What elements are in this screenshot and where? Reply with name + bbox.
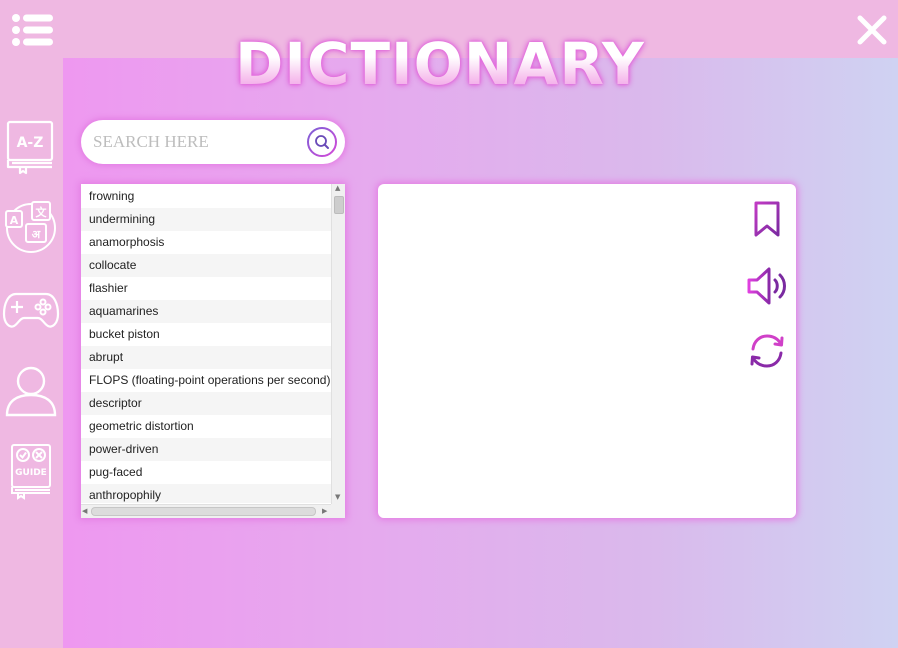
svg-text:A-Z: A-Z (17, 135, 44, 151)
horizontal-scroll-thumb[interactable] (91, 507, 316, 516)
word-list-panel: frowning undermining anamorphosis collocate… (81, 184, 345, 518)
search-button[interactable] (306, 126, 338, 158)
user-profile-icon[interactable] (2, 363, 60, 421)
scroll-up-arrow-icon[interactable]: ▲ (335, 184, 340, 192)
list-item[interactable]: aquamarines (81, 300, 331, 323)
close-icon[interactable] (854, 12, 890, 48)
guide-book-icon[interactable]: GUIDE (2, 442, 60, 500)
svg-text:A: A (10, 214, 19, 227)
search-icon (307, 127, 337, 157)
list-item[interactable]: anamorphosis (81, 231, 331, 254)
page-title: DICTIONARY (235, 30, 645, 98)
list-item[interactable]: bucket piston (81, 323, 331, 346)
vertical-scroll-thumb[interactable] (334, 196, 344, 214)
svg-text:GUIDE: GUIDE (15, 468, 47, 478)
list-item[interactable]: flashier (81, 277, 331, 300)
list-item[interactable]: frowning (81, 185, 331, 208)
scrollbar-corner (331, 504, 345, 518)
word-list[interactable]: frowning undermining anamorphosis collocate… (81, 185, 331, 503)
search-input[interactable] (93, 128, 303, 156)
definition-panel (378, 184, 796, 518)
list-item[interactable]: undermining (81, 208, 331, 231)
scroll-down-arrow-icon[interactable]: ▼ (335, 493, 340, 501)
list-item[interactable]: collocate (81, 254, 331, 277)
svg-text:文: 文 (36, 205, 48, 219)
translate-icon[interactable]: A 文 अ (2, 198, 60, 256)
list-item[interactable]: anthropophily (81, 484, 331, 503)
svg-text:अ: अ (32, 228, 41, 241)
gamepad-icon[interactable] (2, 280, 60, 338)
refresh-icon[interactable] (745, 329, 789, 373)
list-item[interactable]: power-driven (81, 438, 331, 461)
horizontal-scrollbar[interactable]: ◀ ▶ (81, 504, 331, 518)
speaker-icon[interactable] (745, 264, 789, 308)
list-item[interactable]: descriptor (81, 392, 331, 415)
a-z-dictionary-icon[interactable]: A-Z (2, 117, 60, 175)
bookmark-icon[interactable] (745, 197, 789, 241)
list-item[interactable]: FLOPS (floating-point operations per sec… (81, 369, 331, 392)
search-box (81, 120, 345, 164)
vertical-scrollbar[interactable]: ▲ ▼ (331, 184, 345, 504)
menu-icon[interactable] (8, 10, 56, 50)
list-item[interactable]: abrupt (81, 346, 331, 369)
list-item[interactable]: geometric distortion (81, 415, 331, 438)
list-item[interactable]: pug-faced (81, 461, 331, 484)
scroll-right-arrow-icon[interactable]: ▶ (322, 507, 327, 515)
scroll-left-arrow-icon[interactable]: ◀ (82, 507, 87, 515)
title-container: DICTIONARY (220, 26, 660, 102)
